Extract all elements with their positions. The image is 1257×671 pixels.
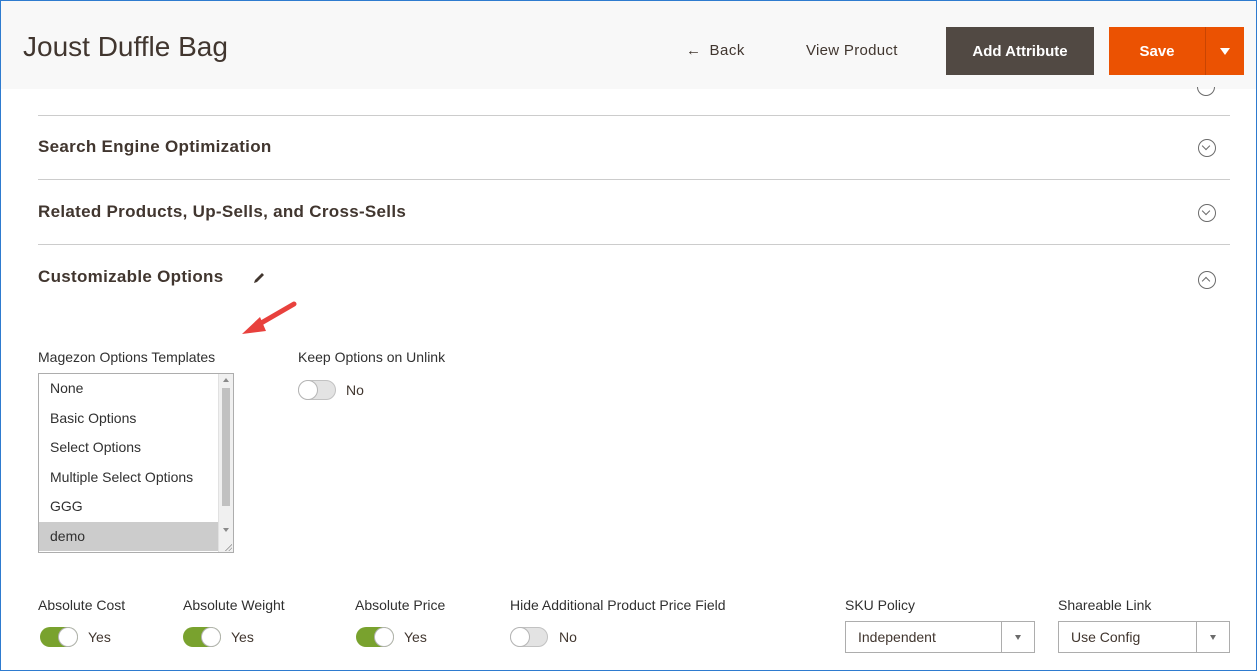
toggle-knob: [59, 628, 77, 646]
arrow-left-icon: ←: [686, 42, 702, 59]
shareable-link-value: Use Config: [1071, 629, 1141, 645]
listbox-option[interactable]: Basic Options: [39, 404, 233, 434]
back-button[interactable]: ← Back: [686, 42, 745, 59]
page-title: Joust Duffle Bag: [23, 31, 228, 62]
hide-price-value: No: [559, 629, 577, 645]
listbox-option[interactable]: GGG: [39, 492, 233, 522]
chevron-down-icon[interactable]: [1198, 139, 1216, 157]
keep-options-value: No: [346, 382, 364, 398]
pencil-icon[interactable]: [252, 271, 266, 285]
toggle-knob: [375, 628, 393, 646]
absolute-cost-label: Absolute Cost: [38, 597, 126, 613]
chevron-down-icon[interactable]: [1196, 622, 1229, 652]
sku-policy-value: Independent: [858, 629, 936, 645]
templates-listbox[interactable]: None Basic Options Select Options Multip…: [38, 373, 234, 553]
keep-options-label: Keep Options on Unlink: [298, 349, 446, 365]
absolute-weight-value: Yes: [231, 629, 254, 645]
page-header: Joust Duffle Bag ← Back View Product Add …: [1, 1, 1256, 89]
absolute-cost-value: Yes: [88, 629, 111, 645]
section-related-title[interactable]: Related Products, Up-Sells, and Cross-Se…: [38, 202, 406, 222]
shareable-link-label: Shareable Link: [1058, 597, 1152, 613]
section-seo-title[interactable]: Search Engine Optimization: [38, 137, 272, 157]
listbox-option[interactable]: Multiple Select Options: [39, 463, 233, 493]
keep-options-toggle[interactable]: [298, 380, 336, 400]
absolute-price-toggle[interactable]: [356, 627, 394, 647]
listbox-option[interactable]: None: [39, 374, 233, 404]
resize-grip-icon[interactable]: [224, 543, 232, 551]
absolute-price-label: Absolute Price: [355, 597, 446, 613]
toggle-knob: [202, 628, 220, 646]
listbox-scrollbar[interactable]: [218, 374, 233, 552]
sku-policy-select[interactable]: Independent: [845, 621, 1035, 653]
caret-down-icon: [1220, 47, 1230, 55]
chevron-down-icon[interactable]: [1001, 622, 1034, 652]
absolute-weight-toggle[interactable]: [183, 627, 221, 647]
listbox-option-selected[interactable]: demo: [39, 521, 233, 551]
view-product-button[interactable]: View Product: [806, 42, 898, 59]
annotation-arrow-icon: [242, 301, 297, 334]
shareable-link-select[interactable]: Use Config: [1058, 621, 1230, 653]
add-attribute-button[interactable]: Add Attribute: [946, 27, 1094, 75]
templates-label: Magezon Options Templates: [38, 349, 216, 365]
sku-policy-label: SKU Policy: [845, 597, 916, 613]
toggle-knob: [511, 628, 529, 646]
divider: [38, 115, 1230, 116]
hide-price-label: Hide Additional Product Price Field: [510, 597, 726, 613]
divider: [38, 179, 1230, 180]
scroll-up-icon[interactable]: [223, 378, 229, 382]
absolute-price-value: Yes: [404, 629, 427, 645]
toggle-knob: [299, 381, 317, 399]
section-customizable-title[interactable]: Customizable Options: [38, 267, 223, 287]
divider: [38, 244, 1230, 245]
save-button[interactable]: Save: [1109, 27, 1205, 75]
absolute-cost-toggle[interactable]: [40, 627, 78, 647]
window-frame: [0, 0, 1257, 671]
chevron-up-icon[interactable]: [1198, 271, 1216, 289]
back-label: Back: [709, 42, 745, 59]
scrollbar-thumb[interactable]: [222, 388, 230, 506]
scroll-down-icon[interactable]: [223, 528, 229, 532]
listbox-option[interactable]: Select Options: [39, 433, 233, 463]
hide-price-toggle[interactable]: [510, 627, 548, 647]
absolute-weight-label: Absolute Weight: [183, 597, 285, 613]
chevron-down-icon[interactable]: [1198, 204, 1216, 222]
save-dropdown-button[interactable]: [1205, 27, 1244, 75]
